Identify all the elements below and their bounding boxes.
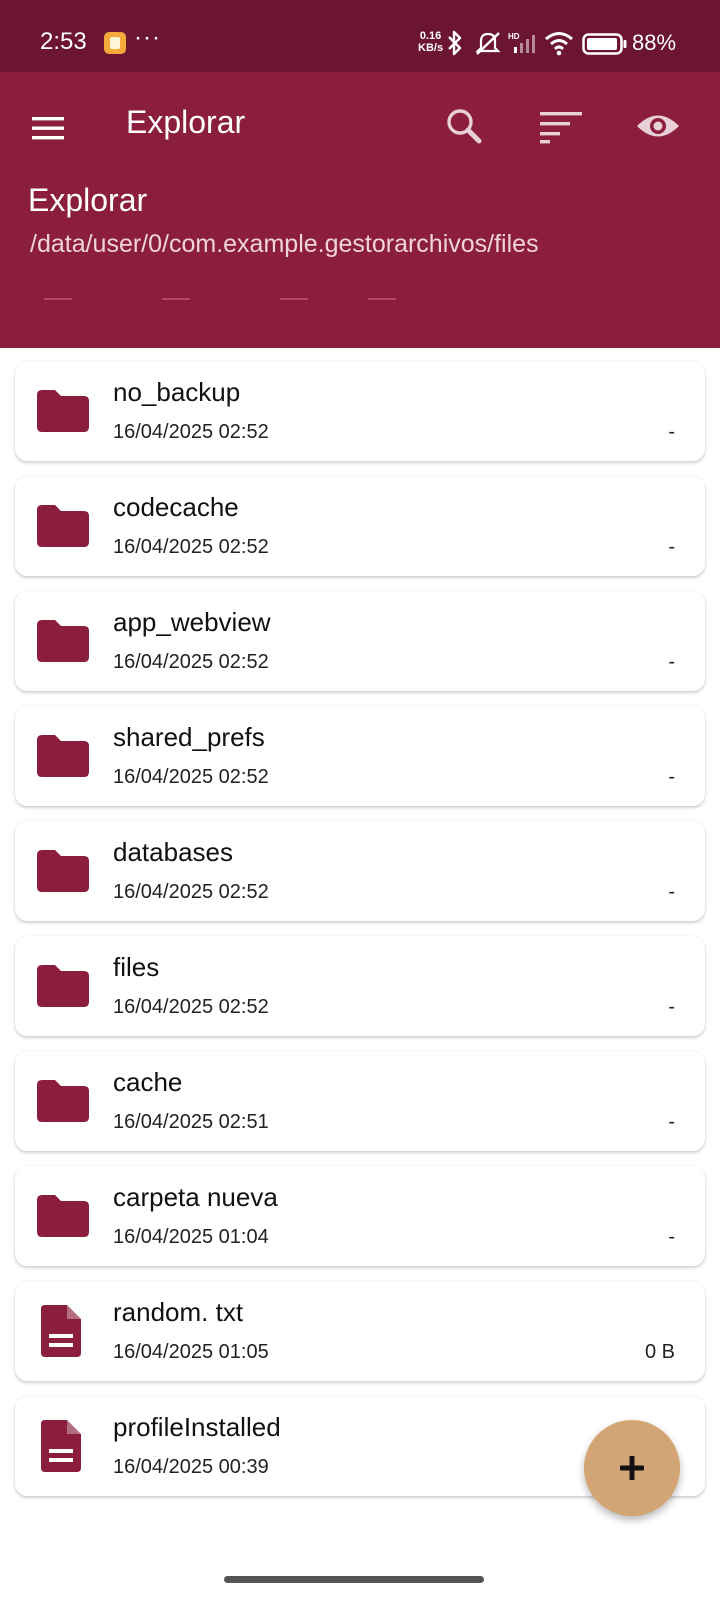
file-name: carpeta nueva [113, 1182, 278, 1212]
battery-percentage: 88% [632, 30, 677, 55]
file-modified-date: 16/04/2025 02:52 [113, 766, 269, 788]
file-list-item[interactable]: files 16/04/2025 02:52 - [15, 936, 705, 1036]
file-icon [41, 1305, 81, 1357]
tab-indicator-placeholder [368, 298, 396, 300]
folder-icon [37, 735, 89, 777]
file-list-item[interactable]: app_webview 16/04/2025 02:52 - [15, 591, 705, 691]
file-size: - [668, 651, 675, 673]
folder-icon [33, 385, 93, 437]
file-name: app_webview [113, 607, 271, 637]
file-name: no_backup [113, 377, 241, 407]
file-size: - [668, 881, 675, 903]
current-path: /data/user/0/com.example.gestorarchivos/… [30, 230, 539, 258]
file-modified-date: 16/04/2025 02:52 [113, 996, 269, 1018]
network-speed: 0.16 KB/s [418, 30, 443, 54]
file-modified-date: 16/04/2025 02:52 [113, 536, 269, 558]
file-size: - [668, 1111, 675, 1133]
file-list-item[interactable]: carpeta nueva 16/04/2025 01:04 - [15, 1166, 705, 1266]
gesture-nav-handle[interactable] [224, 1576, 484, 1583]
file-modified-date: 16/04/2025 01:05 [113, 1341, 269, 1363]
menu-button[interactable] [24, 104, 72, 152]
network-speed-unit: KB/s [418, 42, 444, 54]
folder-icon [33, 1190, 93, 1242]
file-size: - [668, 1226, 675, 1248]
folder-icon [37, 1080, 89, 1122]
file-list-item[interactable]: databases 16/04/2025 02:52 - [15, 821, 705, 921]
file-modified-date: 16/04/2025 02:51 [113, 1111, 269, 1133]
bluetooth-icon [448, 30, 462, 56]
file-size: - [668, 996, 675, 1018]
file-name: random. txt [113, 1297, 244, 1327]
visibility-button[interactable] [630, 98, 686, 154]
signal-icon: HD [508, 32, 535, 53]
toolbar-title: Explorar [126, 104, 246, 140]
folder-icon [37, 505, 89, 547]
file-list-item[interactable]: cache 16/04/2025 02:51 - [15, 1051, 705, 1151]
folder-icon [37, 620, 89, 662]
file-list-item[interactable]: codecache 16/04/2025 02:52 - [15, 476, 705, 576]
file-list-item[interactable]: shared_prefs 16/04/2025 02:52 - [15, 706, 705, 806]
file-modified-date: 16/04/2025 02:52 [113, 881, 269, 903]
file-icon [41, 1420, 81, 1472]
file-name: shared_prefs [113, 722, 265, 752]
file-size: - [668, 421, 675, 443]
mute-icon [475, 32, 501, 55]
header-title: Explorar [28, 182, 148, 218]
folder-icon [37, 850, 89, 892]
file-name: files [113, 952, 160, 982]
more-notifications-icon: ··· [134, 24, 161, 51]
tab-indicator-placeholder [162, 298, 190, 300]
folder-icon [33, 500, 93, 552]
search-button[interactable] [436, 98, 492, 154]
file-size: 0 B [644, 1341, 675, 1363]
file-icon [33, 1420, 93, 1472]
tab-indicator-placeholder [280, 298, 308, 300]
search-icon [447, 109, 482, 144]
folder-icon [33, 845, 93, 897]
folder-icon [37, 965, 89, 1007]
file-name: cache [113, 1067, 183, 1097]
status-bar: 2:53 ··· 0.16 KB/s HD 88% [0, 0, 720, 72]
status-time: 2:53 [40, 28, 87, 55]
file-list-item[interactable]: no_backup 16/04/2025 02:52 - [15, 361, 705, 461]
file-list: no_backup 16/04/2025 02:52 - codecache 1… [15, 361, 707, 1511]
battery-icon [582, 33, 627, 55]
wifi-icon [545, 32, 573, 56]
add-button[interactable] [584, 1420, 680, 1516]
folder-icon [33, 730, 93, 782]
add-icon [620, 1456, 644, 1480]
file-name: databases [113, 837, 233, 867]
file-size: - [668, 766, 675, 788]
app-bar: Explorar Explorar /data/user/0/com.examp… [0, 72, 720, 348]
file-size: - [668, 536, 675, 558]
tab-indicator-placeholder [44, 298, 72, 300]
file-modified-date: 16/04/2025 02:52 [113, 651, 269, 673]
visibility-icon [637, 115, 679, 137]
folder-icon [33, 960, 93, 1012]
file-name: profileInstalled [113, 1412, 281, 1442]
sort-button[interactable] [532, 98, 588, 154]
svg-text:HD: HD [508, 32, 520, 41]
file-list-item[interactable]: random. txt 16/04/2025 01:05 0 B [15, 1281, 705, 1381]
sort-icon [540, 112, 582, 144]
folder-icon [33, 615, 93, 667]
file-icon [33, 1305, 93, 1357]
folder-icon [37, 390, 89, 432]
file-modified-date: 16/04/2025 01:04 [113, 1226, 269, 1248]
folder-icon [37, 1195, 89, 1237]
folder-icon [33, 1075, 93, 1127]
hamburger-menu-icon [32, 117, 64, 140]
notification-app-icon [104, 32, 126, 54]
file-modified-date: 16/04/2025 00:39 [113, 1456, 269, 1478]
file-name: codecache [113, 492, 239, 522]
network-speed-value: 0.16 [419, 30, 442, 42]
file-modified-date: 16/04/2025 02:52 [113, 421, 269, 443]
